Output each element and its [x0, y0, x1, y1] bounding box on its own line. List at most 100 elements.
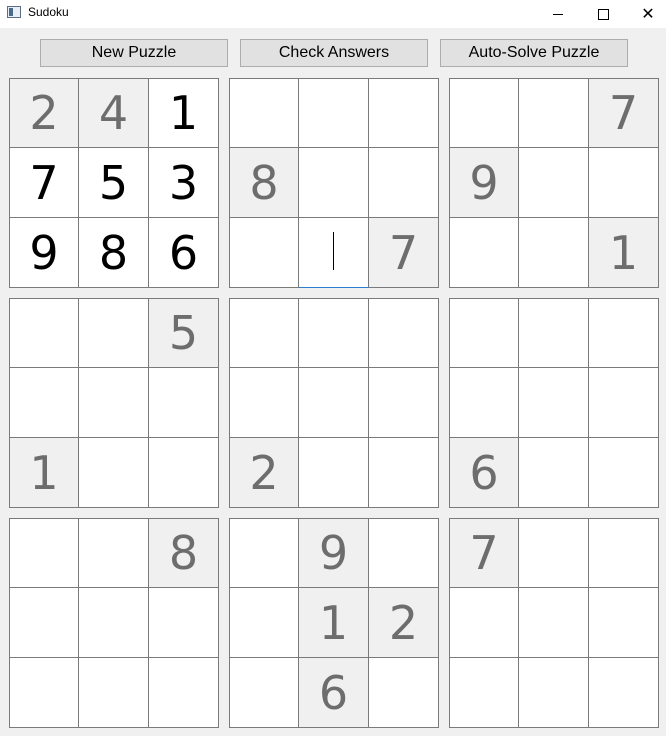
title-bar: Sudoku ✕ [0, 0, 666, 28]
minimize-icon [553, 13, 563, 15]
sudoku-cell[interactable] [299, 78, 369, 148]
sudoku-box-7: 8 [9, 518, 220, 729]
sudoku-cell[interactable] [9, 368, 79, 438]
sudoku-cell[interactable] [449, 658, 519, 728]
sudoku-cell[interactable]: 5 [79, 148, 149, 218]
sudoku-cell[interactable] [9, 298, 79, 368]
given-cell: 1 [9, 438, 79, 508]
sudoku-cell[interactable] [149, 658, 219, 728]
app-window-icon [7, 6, 21, 18]
sudoku-cell[interactable] [589, 368, 659, 438]
sudoku-cell[interactable] [369, 658, 439, 728]
sudoku-cell[interactable] [229, 78, 299, 148]
sudoku-box-8: 9126 [229, 518, 440, 729]
sudoku-box-4: 51 [9, 298, 220, 509]
given-cell: 2 [229, 438, 299, 508]
sudoku-cell[interactable] [79, 658, 149, 728]
sudoku-cell[interactable] [369, 148, 439, 218]
sudoku-box-5: 2 [229, 298, 440, 509]
sudoku-box-2: 87 [229, 78, 440, 289]
text-caret [333, 232, 334, 270]
sudoku-cell[interactable] [519, 518, 589, 588]
given-cell: 5 [149, 298, 219, 368]
maximize-icon [597, 8, 609, 20]
given-cell: 6 [299, 658, 369, 728]
sudoku-cell[interactable] [229, 658, 299, 728]
sudoku-cell[interactable] [229, 588, 299, 658]
sudoku-cell[interactable] [79, 298, 149, 368]
sudoku-cell[interactable] [519, 78, 589, 148]
given-cell: 1 [589, 218, 659, 288]
given-cell: 8 [149, 518, 219, 588]
given-cell: 2 [9, 78, 79, 148]
sudoku-cell[interactable] [299, 298, 369, 368]
sudoku-cell[interactable] [589, 658, 659, 728]
sudoku-cell[interactable] [519, 438, 589, 508]
sudoku-cell[interactable] [369, 518, 439, 588]
given-cell: 9 [449, 148, 519, 218]
sudoku-cell[interactable]: 9 [9, 218, 79, 288]
sudoku-box-3: 791 [449, 78, 660, 289]
sudoku-cell[interactable] [149, 368, 219, 438]
auto-solve-button[interactable]: Auto-Solve Puzzle [440, 39, 628, 67]
sudoku-cell[interactable] [299, 368, 369, 438]
given-cell: 1 [299, 588, 369, 658]
sudoku-cell[interactable] [519, 148, 589, 218]
sudoku-cell[interactable]: 1 [149, 78, 219, 148]
sudoku-cell[interactable]: 3 [149, 148, 219, 218]
sudoku-cell[interactable] [449, 78, 519, 148]
sudoku-cell[interactable] [589, 298, 659, 368]
sudoku-cell[interactable] [589, 148, 659, 218]
check-answers-button[interactable]: Check Answers [240, 39, 428, 67]
sudoku-cell[interactable] [589, 438, 659, 508]
sudoku-cell[interactable] [449, 368, 519, 438]
minimize-button[interactable] [535, 0, 581, 28]
sudoku-cell[interactable] [369, 438, 439, 508]
sudoku-cell[interactable] [519, 298, 589, 368]
given-cell: 4 [79, 78, 149, 148]
sudoku-cell[interactable] [149, 438, 219, 508]
sudoku-cell[interactable] [369, 298, 439, 368]
sudoku-cell[interactable]: 7 [9, 148, 79, 218]
sudoku-cell[interactable] [79, 368, 149, 438]
sudoku-cell[interactable] [79, 438, 149, 508]
sudoku-cell[interactable] [149, 588, 219, 658]
maximize-button[interactable] [580, 0, 626, 28]
given-cell: 8 [229, 148, 299, 218]
sudoku-box-9: 7 [449, 518, 660, 729]
given-cell: 7 [449, 518, 519, 588]
sudoku-cell[interactable] [9, 658, 79, 728]
sudoku-cell[interactable] [299, 438, 369, 508]
sudoku-cell[interactable] [519, 588, 589, 658]
sudoku-cell[interactable] [9, 588, 79, 658]
sudoku-cell[interactable] [589, 588, 659, 658]
sudoku-cell[interactable] [519, 658, 589, 728]
close-icon: ✕ [641, 4, 655, 23]
sudoku-cell[interactable] [589, 518, 659, 588]
sudoku-cell[interactable] [79, 518, 149, 588]
given-cell: 7 [589, 78, 659, 148]
given-cell: 6 [449, 438, 519, 508]
sudoku-cell[interactable] [229, 518, 299, 588]
sudoku-cell[interactable] [369, 368, 439, 438]
close-button[interactable]: ✕ [625, 0, 666, 28]
sudoku-cell[interactable] [9, 518, 79, 588]
given-cell: 7 [369, 218, 439, 288]
sudoku-cell[interactable] [79, 588, 149, 658]
sudoku-cell[interactable] [519, 218, 589, 288]
sudoku-cell[interactable] [299, 218, 369, 288]
sudoku-box-1: 241753986 [9, 78, 220, 289]
sudoku-cell[interactable] [449, 218, 519, 288]
new-puzzle-button[interactable]: New Puzzle [40, 39, 228, 67]
sudoku-cell[interactable]: 6 [149, 218, 219, 288]
sudoku-cell[interactable] [449, 298, 519, 368]
sudoku-cell[interactable] [229, 218, 299, 288]
sudoku-cell[interactable] [369, 78, 439, 148]
given-cell: 2 [369, 588, 439, 658]
sudoku-cell[interactable] [229, 368, 299, 438]
sudoku-cell[interactable]: 8 [79, 218, 149, 288]
sudoku-cell[interactable] [449, 588, 519, 658]
sudoku-cell[interactable] [229, 298, 299, 368]
sudoku-cell[interactable] [519, 368, 589, 438]
sudoku-cell[interactable] [299, 148, 369, 218]
